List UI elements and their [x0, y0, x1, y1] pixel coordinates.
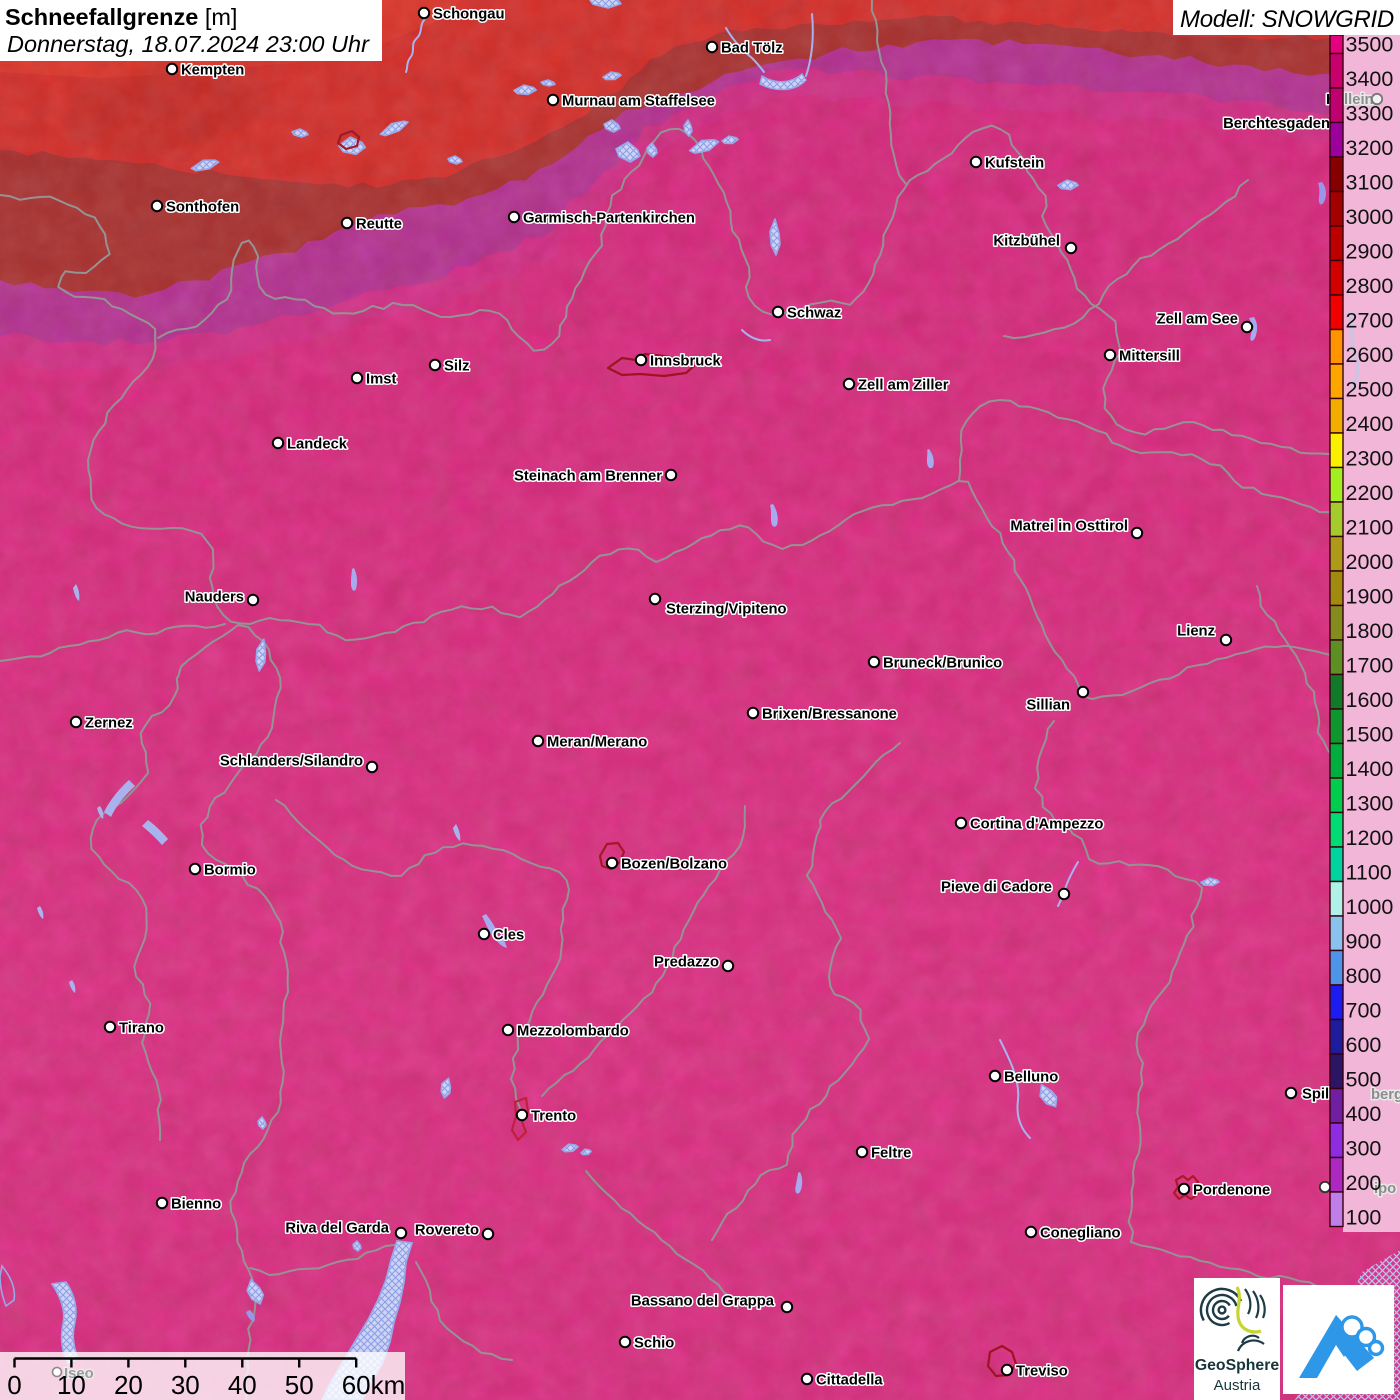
svg-text:Mittersill: Mittersill	[1119, 348, 1180, 364]
svg-text:Reutte: Reutte	[356, 216, 402, 232]
svg-text:50: 50	[285, 1370, 314, 1400]
svg-text:Schwaz: Schwaz	[787, 305, 841, 321]
svg-text:2800: 2800	[1346, 274, 1394, 298]
svg-text:Lienz: Lienz	[1177, 623, 1215, 639]
svg-text:2700: 2700	[1346, 309, 1394, 333]
svg-text:2300: 2300	[1346, 447, 1394, 471]
svg-text:Pieve di Cadore: Pieve di Cadore	[941, 879, 1052, 895]
svg-text:Garmisch-Partenkirchen: Garmisch-Partenkirchen	[523, 210, 695, 226]
svg-text:Sterzing/Vipiteno: Sterzing/Vipiteno	[666, 601, 787, 617]
svg-text:Zell am Ziller: Zell am Ziller	[858, 377, 949, 393]
svg-text:Bormio: Bormio	[204, 862, 256, 878]
svg-text:Schio: Schio	[634, 1335, 674, 1351]
svg-text:1000: 1000	[1346, 895, 1394, 919]
svg-text:2600: 2600	[1346, 343, 1394, 367]
svg-text:Mezzolombardo: Mezzolombardo	[517, 1023, 629, 1039]
svg-text:1200: 1200	[1346, 826, 1394, 850]
svg-text:1500: 1500	[1346, 723, 1394, 747]
svg-text:Pordenone: Pordenone	[1193, 1182, 1270, 1198]
svg-text:Kitzbühel: Kitzbühel	[993, 233, 1060, 249]
svg-text:2400: 2400	[1346, 412, 1394, 436]
svg-text:1900: 1900	[1346, 585, 1394, 609]
svg-text:Brixen/Bressanone: Brixen/Bressanone	[762, 706, 897, 722]
svg-text:500: 500	[1346, 1068, 1382, 1092]
svg-text:Murnau am Staffelsee: Murnau am Staffelsee	[562, 93, 715, 109]
svg-text:60km: 60km	[342, 1370, 406, 1400]
svg-text:600: 600	[1346, 1033, 1382, 1057]
svg-text:Rovereto: Rovereto	[415, 1222, 479, 1238]
svg-text:Innsbruck: Innsbruck	[650, 353, 721, 369]
svg-text:Predazzo: Predazzo	[654, 954, 719, 970]
svg-text:0: 0	[7, 1370, 21, 1400]
svg-text:900: 900	[1346, 930, 1382, 954]
svg-text:Bienno: Bienno	[171, 1196, 221, 1212]
svg-text:3500: 3500	[1346, 33, 1394, 57]
svg-text:Bad Tölz: Bad Tölz	[721, 40, 783, 56]
svg-text:Nauders: Nauders	[185, 589, 244, 605]
svg-text:40: 40	[228, 1370, 257, 1400]
svg-text:Bassano del Grappa: Bassano del Grappa	[631, 1293, 775, 1309]
svg-text:Donnerstag, 18.07.2024 23:00 U: Donnerstag, 18.07.2024 23:00 Uhr	[7, 31, 370, 57]
svg-text:3000: 3000	[1346, 205, 1394, 229]
svg-text:GeoSphere: GeoSphere	[1195, 1357, 1279, 1374]
svg-text:2100: 2100	[1346, 516, 1394, 540]
svg-text:100: 100	[1346, 1206, 1382, 1230]
svg-text:1700: 1700	[1346, 654, 1394, 678]
svg-text:Belluno: Belluno	[1004, 1069, 1058, 1085]
svg-text:Meran/Merano: Meran/Merano	[547, 734, 647, 750]
svg-text:Kempten: Kempten	[181, 62, 244, 78]
svg-text:Cortina d'Ampezzo: Cortina d'Ampezzo	[970, 816, 1103, 832]
svg-text:1600: 1600	[1346, 688, 1394, 712]
svg-text:800: 800	[1346, 964, 1382, 988]
svg-text:2000: 2000	[1346, 550, 1394, 574]
svg-text:Sonthofen: Sonthofen	[166, 199, 239, 215]
svg-text:Matrei in Osttirol: Matrei in Osttirol	[1010, 518, 1128, 534]
svg-text:400: 400	[1346, 1102, 1382, 1126]
svg-text:20: 20	[114, 1370, 143, 1400]
svg-text:1800: 1800	[1346, 619, 1394, 643]
svg-text:Imst: Imst	[366, 371, 396, 387]
svg-text:2900: 2900	[1346, 240, 1394, 264]
svg-text:Silz: Silz	[444, 358, 470, 374]
svg-text:Steinach am Brenner: Steinach am Brenner	[514, 468, 662, 484]
svg-text:1300: 1300	[1346, 792, 1394, 816]
svg-text:Landeck: Landeck	[287, 436, 348, 452]
svg-text:200: 200	[1346, 1171, 1382, 1195]
svg-text:Schlanders/Silandro: Schlanders/Silandro	[220, 753, 363, 769]
svg-text:10: 10	[57, 1370, 86, 1400]
svg-text:1100: 1100	[1346, 861, 1392, 885]
svg-text:Modell: SNOWGRID: Modell: SNOWGRID	[1180, 6, 1394, 33]
svg-text:2200: 2200	[1346, 481, 1394, 505]
svg-text:Bozen/Bolzano: Bozen/Bolzano	[621, 856, 727, 872]
svg-text:3300: 3300	[1346, 102, 1394, 126]
svg-text:3400: 3400	[1346, 67, 1394, 91]
svg-text:300: 300	[1346, 1137, 1382, 1161]
svg-text:Feltre: Feltre	[871, 1145, 911, 1161]
svg-text:Conegliano: Conegliano	[1040, 1225, 1121, 1241]
svg-text:700: 700	[1346, 999, 1382, 1023]
svg-text:2500: 2500	[1346, 378, 1394, 402]
svg-text:Berchtesgaden: Berchtesgaden	[1223, 116, 1330, 132]
svg-text:3100: 3100	[1346, 171, 1394, 195]
svg-text:Cittadella: Cittadella	[816, 1372, 883, 1388]
svg-text:3200: 3200	[1346, 136, 1394, 160]
svg-text:30: 30	[171, 1370, 200, 1400]
svg-text:Cles: Cles	[493, 927, 524, 943]
svg-text:Zell am See: Zell am See	[1157, 311, 1238, 327]
svg-text:Schneefallgrenze [m]: Schneefallgrenze [m]	[5, 4, 237, 30]
svg-text:1400: 1400	[1346, 757, 1394, 781]
svg-text:Riva del Garda: Riva del Garda	[285, 1220, 389, 1236]
svg-text:Kufstein: Kufstein	[985, 155, 1044, 171]
svg-text:Sillian: Sillian	[1026, 697, 1070, 713]
svg-text:Treviso: Treviso	[1016, 1363, 1068, 1379]
svg-text:Austria: Austria	[1214, 1377, 1261, 1394]
svg-text:Trento: Trento	[531, 1108, 576, 1124]
svg-text:Tirano: Tirano	[119, 1020, 164, 1036]
svg-text:Schongau: Schongau	[433, 6, 505, 22]
svg-text:Bruneck/Brunico: Bruneck/Brunico	[883, 655, 1002, 671]
svg-text:Zernez: Zernez	[85, 715, 133, 731]
